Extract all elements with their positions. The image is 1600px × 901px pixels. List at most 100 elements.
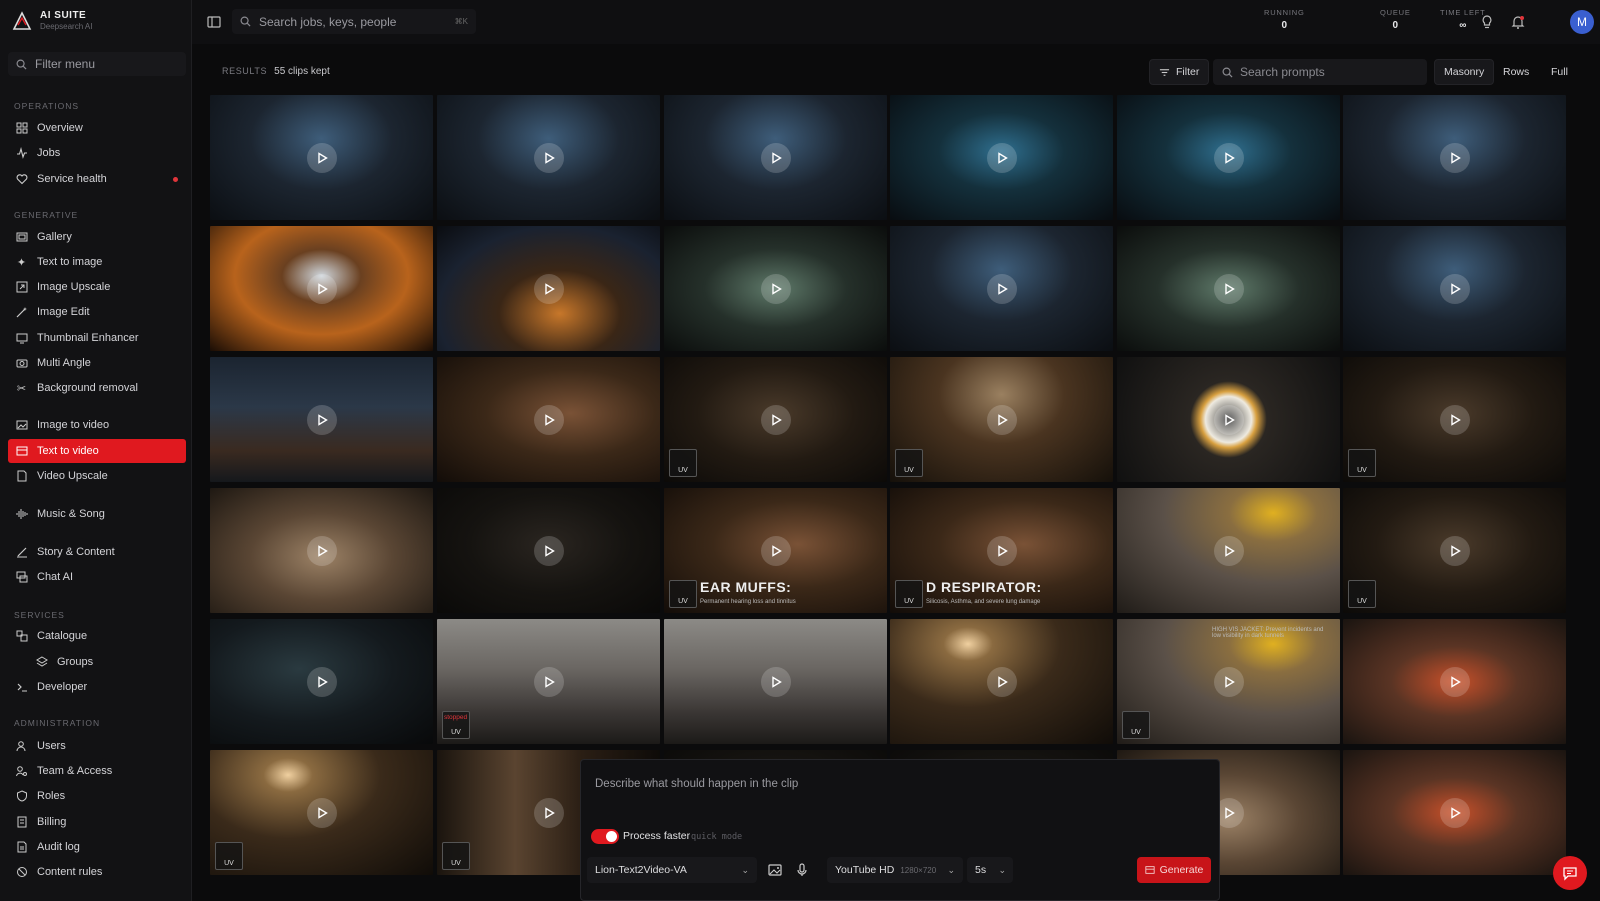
thumbnail-badge[interactable]: UV bbox=[669, 449, 697, 477]
play-icon[interactable] bbox=[1213, 273, 1244, 304]
lightbulb-icon[interactable] bbox=[1479, 14, 1495, 30]
play-icon[interactable] bbox=[533, 535, 564, 566]
clip-tile[interactable]: UV bbox=[1343, 488, 1566, 613]
sidebar-item-billing[interactable]: Billing bbox=[8, 810, 186, 834]
sidebar-item-content-rules[interactable]: Content rules bbox=[8, 860, 186, 884]
thumbnail-badge[interactable]: UV bbox=[895, 449, 923, 477]
clip-tile[interactable] bbox=[210, 357, 433, 482]
resolution-select[interactable]: YouTube HD 1280×720 ⌄ bbox=[827, 857, 963, 883]
sidebar-item-video-upscale[interactable]: Video Upscale bbox=[8, 464, 186, 488]
view-masonry-button[interactable]: Masonry bbox=[1434, 59, 1495, 85]
play-icon[interactable] bbox=[760, 666, 791, 697]
sidebar-item-gallery[interactable]: Gallery bbox=[8, 225, 186, 249]
play-icon[interactable] bbox=[986, 273, 1017, 304]
clip-tile[interactable] bbox=[664, 226, 887, 351]
clip-tile[interactable]: UV bbox=[664, 357, 887, 482]
clip-tile[interactable]: UV D RESPIRATOR: Silicosis, Asthma, and se… bbox=[890, 488, 1113, 613]
play-icon[interactable] bbox=[533, 666, 564, 697]
sidebar-toggle-icon[interactable] bbox=[206, 14, 222, 30]
thumbnail-badge[interactable]: UV bbox=[1348, 580, 1376, 608]
clip-tile[interactable] bbox=[1343, 226, 1566, 351]
clip-tile[interactable]: UV stopped bbox=[437, 619, 660, 744]
thumbnail-badge[interactable]: UV bbox=[895, 580, 923, 608]
play-icon[interactable] bbox=[533, 404, 564, 435]
play-icon[interactable] bbox=[1439, 797, 1470, 828]
sidebar-item-team-access[interactable]: Team & Access bbox=[8, 759, 186, 783]
clip-tile[interactable]: UV EAR MUFFS: Permanent hearing loss and t… bbox=[664, 488, 887, 613]
sidebar-item-image-upscale[interactable]: Image Upscale bbox=[8, 275, 186, 299]
sidebar-item-text-to-video[interactable]: Text to video bbox=[8, 439, 186, 463]
clip-tile[interactable] bbox=[664, 95, 887, 220]
clip-tile[interactable] bbox=[1343, 95, 1566, 220]
clip-tile[interactable]: UV bbox=[210, 750, 433, 875]
play-icon[interactable] bbox=[1439, 142, 1470, 173]
sidebar-item-thumbnail-enhancer[interactable]: Thumbnail Enhancer bbox=[8, 326, 186, 350]
play-icon[interactable] bbox=[306, 142, 337, 173]
play-icon[interactable] bbox=[1439, 666, 1470, 697]
clip-tile[interactable] bbox=[437, 95, 660, 220]
sidebar-item-developer[interactable]: Developer bbox=[8, 675, 186, 699]
play-icon[interactable] bbox=[533, 142, 564, 173]
view-full-button[interactable]: Full bbox=[1542, 59, 1577, 85]
sidebar-item-audit-log[interactable]: Audit log bbox=[8, 835, 186, 859]
sidebar-item-chat-ai[interactable]: Chat AI bbox=[8, 565, 186, 589]
sidebar-item-story-content[interactable]: Story & Content bbox=[8, 540, 186, 564]
view-rows-button[interactable]: Rows bbox=[1494, 59, 1538, 85]
play-icon[interactable] bbox=[1439, 404, 1470, 435]
global-search-input[interactable]: Search jobs, keys, people ⌘K bbox=[232, 9, 476, 34]
sidebar-item-groups[interactable]: Groups bbox=[28, 650, 178, 674]
clip-tile[interactable] bbox=[890, 619, 1113, 744]
clip-tile[interactable] bbox=[890, 95, 1113, 220]
sidebar-item-image-to-video[interactable]: Image to video bbox=[8, 413, 186, 437]
play-icon[interactable] bbox=[306, 797, 337, 828]
play-icon[interactable] bbox=[1213, 535, 1244, 566]
clip-tile[interactable] bbox=[1117, 95, 1340, 220]
thumbnail-badge[interactable]: UV stopped bbox=[442, 711, 470, 739]
brand[interactable]: AI SUITE Deepsearch AI bbox=[12, 10, 92, 31]
clip-tile[interactable] bbox=[1343, 750, 1566, 875]
clip-tile[interactable] bbox=[890, 226, 1113, 351]
play-icon[interactable] bbox=[986, 666, 1017, 697]
chat-support-button[interactable] bbox=[1553, 856, 1587, 890]
clip-tile[interactable] bbox=[437, 488, 660, 613]
play-icon[interactable] bbox=[306, 666, 337, 697]
microphone-icon[interactable] bbox=[794, 862, 810, 878]
sidebar-item-background-removal[interactable]: ✂ Background removal bbox=[8, 376, 186, 400]
sidebar-item-music-song[interactable]: Music & Song bbox=[8, 502, 186, 526]
play-icon[interactable] bbox=[306, 273, 337, 304]
clip-tile[interactable] bbox=[1117, 488, 1340, 613]
thumbnail-badge[interactable]: UV bbox=[1348, 449, 1376, 477]
process-faster-toggle[interactable] bbox=[591, 829, 619, 844]
sidebar-item-overview[interactable]: Overview bbox=[8, 116, 186, 140]
filter-button[interactable]: Filter bbox=[1149, 59, 1210, 85]
play-icon[interactable] bbox=[760, 535, 791, 566]
play-icon[interactable] bbox=[760, 142, 791, 173]
play-icon[interactable] bbox=[760, 404, 791, 435]
play-icon[interactable] bbox=[760, 273, 791, 304]
thumbnail-badge[interactable]: UV bbox=[442, 842, 470, 870]
sidebar-item-multi-angle[interactable]: Multi Angle bbox=[8, 351, 186, 375]
clip-tile[interactable] bbox=[210, 488, 433, 613]
image-upload-icon[interactable] bbox=[767, 862, 783, 878]
thumbnail-badge[interactable]: UV bbox=[215, 842, 243, 870]
sidebar-item-service-health[interactable]: Service health bbox=[8, 167, 186, 191]
generate-button[interactable]: Generate bbox=[1137, 857, 1211, 883]
prompt-input[interactable]: Describe what should happen in the clip bbox=[595, 778, 798, 790]
clip-tile[interactable] bbox=[1343, 619, 1566, 744]
clip-tile[interactable] bbox=[210, 226, 433, 351]
play-icon[interactable] bbox=[986, 404, 1017, 435]
sidebar-item-roles[interactable]: Roles bbox=[8, 784, 186, 808]
avatar[interactable]: M bbox=[1570, 10, 1594, 34]
play-icon[interactable] bbox=[306, 404, 337, 435]
thumbnail-badge[interactable]: UV bbox=[1122, 711, 1150, 739]
sidebar-item-text-to-image[interactable]: ✦ Text to image bbox=[8, 250, 186, 274]
play-icon[interactable] bbox=[986, 142, 1017, 173]
clip-tile[interactable] bbox=[664, 619, 887, 744]
sidebar-item-users[interactable]: Users bbox=[8, 734, 186, 758]
clip-tile[interactable]: UV bbox=[890, 357, 1113, 482]
thumbnail-badge[interactable]: UV bbox=[669, 580, 697, 608]
clip-tile[interactable] bbox=[437, 357, 660, 482]
clip-tile[interactable]: UV bbox=[1343, 357, 1566, 482]
play-icon[interactable] bbox=[306, 535, 337, 566]
clip-tile[interactable] bbox=[210, 95, 433, 220]
